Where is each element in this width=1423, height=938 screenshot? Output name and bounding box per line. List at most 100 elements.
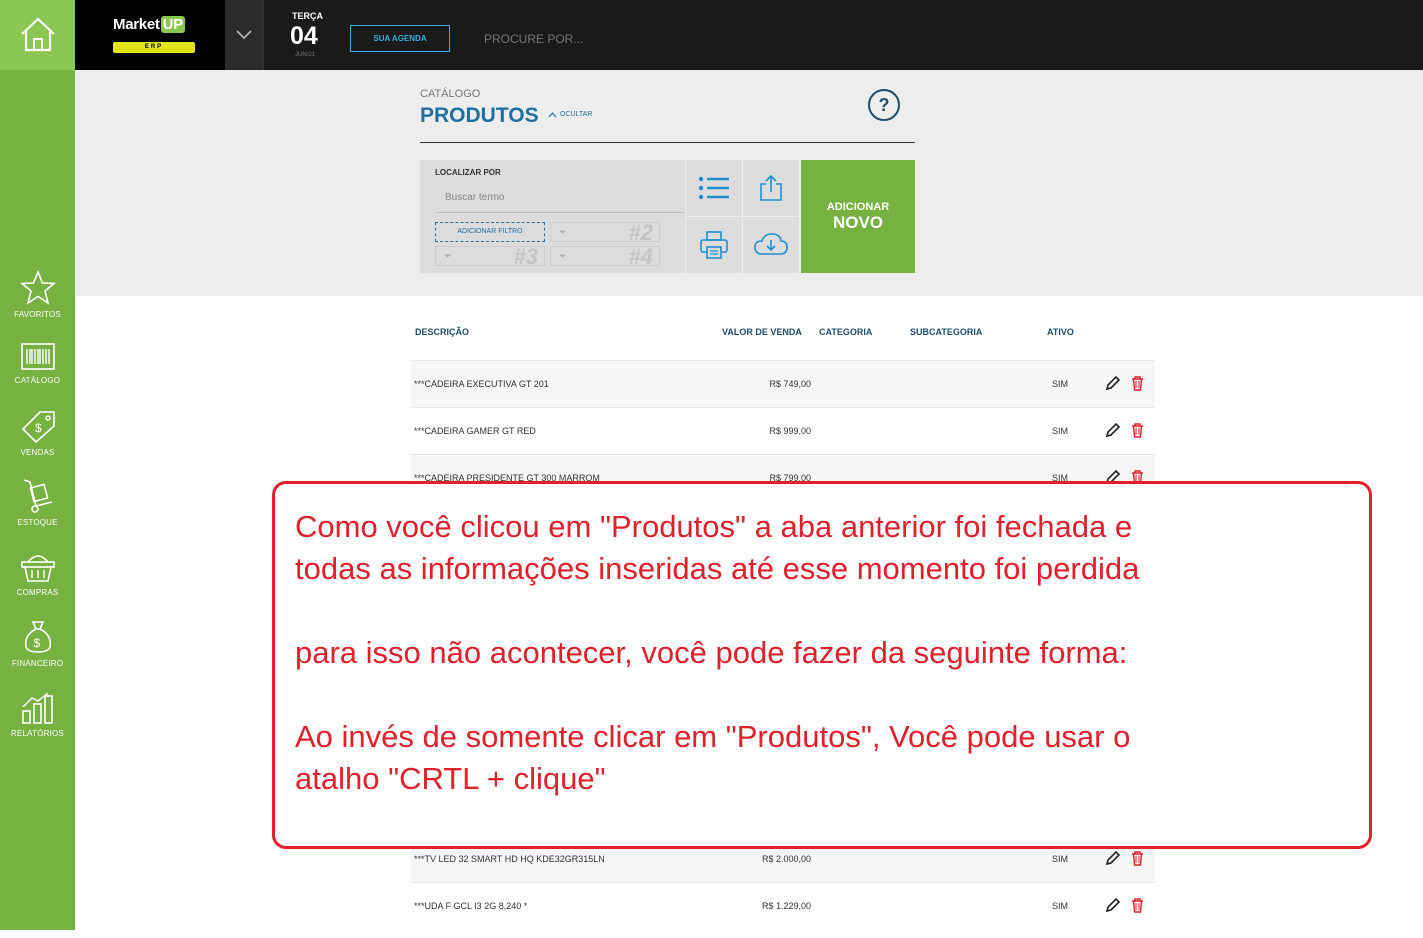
sidebar-item-label: VENDAS <box>20 448 55 457</box>
logo[interactable]: Market UP ERP <box>75 0 225 70</box>
sidebar-item-compras[interactable]: COMPRAS <box>0 550 75 616</box>
filter-slot[interactable]: ⏷ #4 <box>550 244 660 269</box>
add-filter-button[interactable]: ADICIONAR FILTRO <box>435 222 545 242</box>
sidebar-item-label: FINANCEIRO <box>11 659 64 668</box>
agenda-button[interactable]: SUA AGENDA <box>350 25 450 52</box>
date-day-name: TERÇA <box>292 11 323 21</box>
home-button[interactable] <box>0 0 75 70</box>
funnel-icon: ⏷ <box>444 251 452 261</box>
filter-panel: LOCALIZAR POR Buscar termo ADICIONAR FIL… <box>420 160 685 273</box>
sidebar-item-label: RELATÓRIOS <box>11 729 64 738</box>
filter-slot[interactable]: ⏷ #3 <box>435 244 545 269</box>
trash-icon[interactable] <box>1131 376 1144 391</box>
sidebar-item-label: COMPRAS <box>16 588 59 597</box>
annotation-line: Como você clicou em "Produtos" a aba ant… <box>295 509 1133 544</box>
svg-text:$: $ <box>33 636 40 650</box>
sidebar-item-financeiro[interactable]: $ FINANCEIRO <box>0 619 75 685</box>
filter-slot-number: #3 <box>513 244 538 269</box>
help-icon[interactable]: ? <box>868 89 900 121</box>
date-display: TERÇA 04 JUN/21 <box>263 0 333 70</box>
edit-pencil-icon[interactable] <box>1105 851 1120 866</box>
barcode-icon <box>20 343 55 370</box>
cell-price: R$ 749,00 <box>769 379 811 389</box>
sidebar-item-catalogo[interactable]: CATÁLOGO <box>0 342 75 408</box>
funnel-icon: ⏷ <box>559 227 567 237</box>
list-view-button[interactable] <box>686 160 742 216</box>
sidebar-item-estoque[interactable]: ESTOQUE <box>0 478 75 544</box>
hide-label: OCULTAR <box>560 111 593 118</box>
column-header-ativo[interactable]: ATIVO <box>1047 327 1074 337</box>
cell-description: ***TV LED 32 SMART HD HQ KDE32GR315LN <box>414 854 605 864</box>
cell-description: ***CADEIRA GAMER GT RED <box>414 426 536 436</box>
top-bar: Market UP ERP TERÇA 04 JUN/21 SUA AGENDA … <box>75 0 1423 70</box>
basket-icon <box>20 555 55 582</box>
filter-slot-number: #4 <box>628 244 653 269</box>
home-icon <box>20 17 55 52</box>
column-header-valor[interactable]: VALOR DE VENDA <box>722 327 802 337</box>
annotation-line: todas as informações inseridas até esse … <box>295 551 1140 586</box>
funnel-icon: ⏷ <box>559 251 567 261</box>
table-row[interactable]: ***CADEIRA GAMER GT RED R$ 999,00 SIM <box>411 407 1155 454</box>
column-header-categoria[interactable]: CATEGORIA <box>819 327 872 337</box>
title-divider <box>420 142 915 143</box>
printer-icon <box>700 231 728 259</box>
table-row[interactable]: ***UDA F GCL I3 2G 8,240 * R$ 1.229,00 S… <box>411 882 1155 929</box>
cell-description: ***UDA F GCL I3 2G 8,240 * <box>414 901 528 911</box>
add-new-label-top: ADICIONAR <box>826 200 890 213</box>
edit-pencil-icon[interactable] <box>1105 898 1120 913</box>
page-title: PRODUTOS <box>420 104 539 127</box>
cell-active: SIM <box>1052 379 1069 389</box>
tag-icon: $ <box>21 411 55 444</box>
annotation-line: atalho "CRTL + clique" <box>295 761 606 796</box>
filter-slot-number: #2 <box>628 220 653 245</box>
cell-active: SIM <box>1052 901 1069 911</box>
filter-label: LOCALIZAR POR <box>435 168 501 177</box>
column-header-descricao[interactable]: DESCRIÇÃO <box>415 327 469 337</box>
edit-pencil-icon[interactable] <box>1105 376 1120 391</box>
hide-header-toggle[interactable]: OCULTAR <box>548 111 592 118</box>
logo-erp-badge: ERP <box>113 42 195 53</box>
chevron-down-icon <box>236 30 252 40</box>
filter-slot[interactable]: ⏷ #2 <box>550 220 660 245</box>
date-day-number: 04 <box>290 22 318 50</box>
column-header-subcategoria[interactable]: SUBCATEGORIA <box>910 327 982 337</box>
svg-text:$: $ <box>35 421 42 435</box>
menu-toggle-button[interactable] <box>225 0 263 70</box>
cell-price: R$ 999,00 <box>769 426 811 436</box>
list-icon <box>698 176 729 200</box>
sidebar-bottom-edge <box>0 930 75 938</box>
annotation-line: para isso não acontecer, você pode fazer… <box>295 635 1128 670</box>
cell-active: SIM <box>1052 426 1069 436</box>
add-new-product-button[interactable]: ADICIONAR NOVO <box>801 160 915 273</box>
export-button[interactable] <box>743 160 799 216</box>
star-icon <box>19 270 56 305</box>
add-new-label-bottom: NOVO <box>832 212 884 232</box>
cell-description: ***CADEIRA EXECUTIVA GT 201 <box>414 379 549 389</box>
import-button[interactable] <box>743 217 799 273</box>
trash-icon[interactable] <box>1131 898 1144 913</box>
sidebar-item-label: CATÁLOGO <box>14 376 61 385</box>
annotation-line: Ao invés de somente clicar em "Produtos"… <box>295 719 1131 754</box>
sidebar: FAVORITOS CATÁLOGO $ VENDAS ESTOQUE COMP… <box>0 0 75 938</box>
trash-icon[interactable] <box>1131 423 1144 438</box>
breadcrumb[interactable]: CATÁLOGO <box>420 88 480 100</box>
share-upload-icon <box>760 174 782 201</box>
bar-chart-icon <box>21 692 53 724</box>
logo-text: Market UP <box>113 16 185 33</box>
trash-icon[interactable] <box>1131 851 1144 866</box>
cell-price: R$ 1.229,00 <box>761 901 811 911</box>
money-bag-icon: $ <box>24 621 51 653</box>
print-button[interactable] <box>686 217 742 273</box>
edit-pencil-icon[interactable] <box>1105 423 1120 438</box>
global-search-input[interactable]: PROCURE POR... <box>484 32 583 46</box>
chevron-up-icon <box>548 111 557 117</box>
date-month: JUN/21 <box>295 52 316 58</box>
sidebar-item-vendas[interactable]: $ VENDAS <box>0 410 75 476</box>
sidebar-item-relatorios[interactable]: RELATÓRIOS <box>0 691 75 757</box>
search-term-input[interactable]: Buscar termo <box>435 187 685 213</box>
sidebar-item-label: FAVORITOS <box>14 310 61 319</box>
hand-truck-icon <box>23 479 52 513</box>
table-row[interactable]: ***CADEIRA EXECUTIVA GT 201 R$ 749,00 SI… <box>411 360 1155 407</box>
sidebar-item-favoritos[interactable]: FAVORITOS <box>0 270 75 336</box>
cloud-download-icon <box>754 233 788 255</box>
